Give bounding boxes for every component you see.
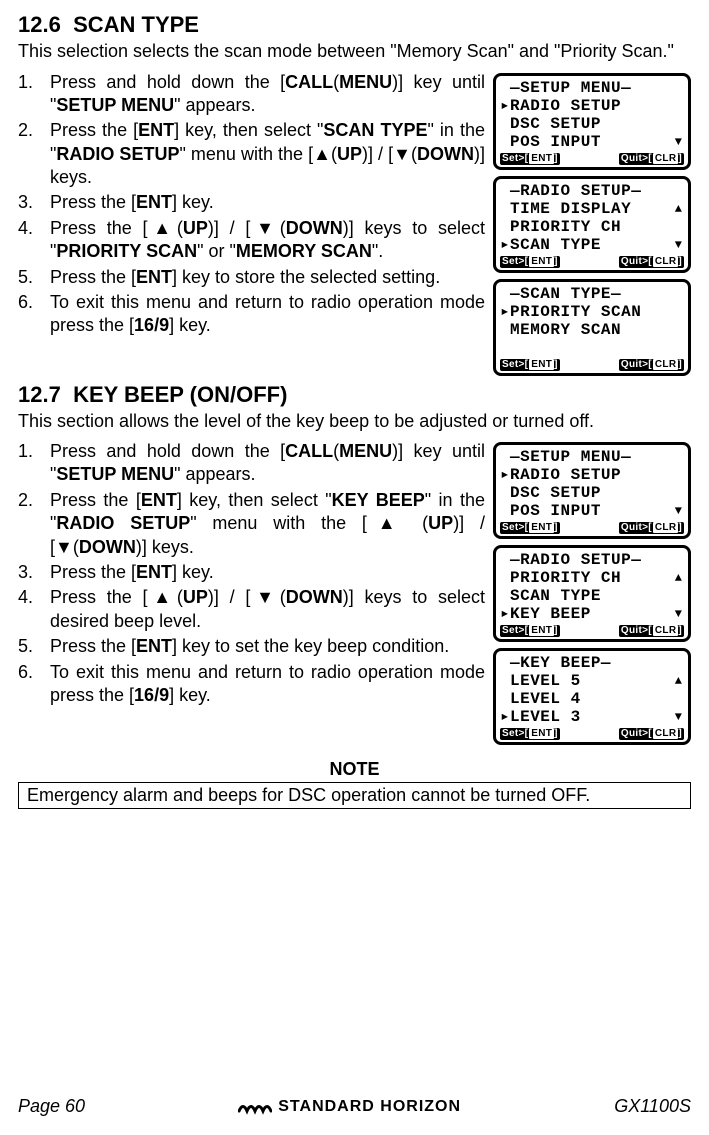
set-ent-pill: Set>[ENT]: [500, 359, 560, 371]
section-suffix: (ON/OFF): [190, 382, 288, 407]
up-triangle-icon: ▲: [148, 218, 177, 238]
section-12-6-title: 12.6 SCAN TYPE: [18, 12, 691, 38]
cursor-icon: ▸: [500, 237, 510, 253]
down-triangle-icon: ▼: [393, 144, 411, 164]
lcd-title: —SETUP MENU—: [510, 80, 631, 96]
lcd-key-beep: —KEY BEEP— LEVEL 5▲ LEVEL 4 ▸LEVEL 3▼ Se…: [493, 648, 691, 745]
cursor-icon: ▸: [500, 467, 510, 483]
step-2: Press the [ENT] key, then select "SCAN T…: [18, 119, 485, 189]
set-ent-pill: Set>[ENT]: [500, 153, 560, 165]
scroll-down-icon: ▼: [675, 711, 682, 723]
quit-clr-pill: Quit>[CLR]: [619, 153, 684, 165]
set-ent-pill: Set>[ENT]: [500, 256, 560, 268]
section-name: KEY BEEP: [73, 382, 183, 407]
section-name: SCAN TYPE: [73, 12, 199, 37]
quit-clr-pill: Quit>[CLR]: [619, 625, 684, 637]
scroll-down-icon: ▼: [675, 136, 682, 148]
wave-icon: [238, 1099, 272, 1115]
quit-clr-pill: Quit>[CLR]: [619, 522, 684, 534]
scroll-up-icon: ▲: [675, 675, 682, 687]
up-triangle-icon: ▲: [367, 513, 406, 533]
step-4: Press the [▲(UP)] / [▼(DOWN)] keys to se…: [18, 586, 485, 633]
set-ent-pill: Set>[ENT]: [500, 625, 560, 637]
note-heading: NOTE: [18, 759, 691, 780]
step-1: Press and hold down the [CALL(MENU)] key…: [18, 71, 485, 118]
lcd-radio-setup: —RADIO SETUP— TIME DISPLAY▲ PRIORITY CH …: [493, 176, 691, 273]
section-12-6-desc: This selection selects the scan mode bet…: [18, 40, 691, 63]
scroll-up-icon: ▲: [675, 203, 682, 215]
up-triangle-icon: ▲: [313, 144, 331, 164]
cursor-icon: ▸: [500, 304, 510, 320]
quit-clr-pill: Quit>[CLR]: [619, 728, 684, 740]
step-1: Press and hold down the [CALL(MENU)] key…: [18, 440, 485, 487]
step-5: Press the [ENT] key to set the key beep …: [18, 635, 485, 658]
page-number: Page 60: [18, 1096, 85, 1117]
scroll-up-icon: ▲: [675, 572, 682, 584]
step-3: Press the [ENT] key.: [18, 561, 485, 584]
scroll-down-icon: ▼: [675, 505, 682, 517]
scroll-down-icon: ▼: [675, 239, 682, 251]
up-triangle-icon: ▲: [148, 587, 177, 607]
model-number: GX1100S: [614, 1096, 691, 1117]
cursor-icon: ▸: [500, 98, 510, 114]
steps-list-12-6: Press and hold down the [CALL(MENU)] key…: [18, 71, 485, 338]
step-6: To exit this menu and return to radio op…: [18, 661, 485, 708]
down-triangle-icon: ▼: [250, 587, 279, 607]
scroll-down-icon: ▼: [675, 608, 682, 620]
cursor-icon: ▸: [500, 709, 510, 725]
set-ent-pill: Set>[ENT]: [500, 522, 560, 534]
quit-clr-pill: Quit>[CLR]: [619, 359, 684, 371]
note-box: Emergency alarm and beeps for DSC operat…: [18, 782, 691, 809]
step-2: Press the [ENT] key, then select "KEY BE…: [18, 489, 485, 559]
quit-clr-pill: Quit>[CLR]: [619, 256, 684, 268]
section-12-7-title: 12.7 KEY BEEP (ON/OFF): [18, 382, 691, 408]
note-text: Emergency alarm and beeps for DSC operat…: [27, 785, 590, 805]
step-4: Press the [▲(UP)] / [▼(DOWN)] keys to se…: [18, 217, 485, 264]
down-triangle-icon: ▼: [250, 218, 279, 238]
lcd-setup-menu: —SETUP MENU— ▸RADIO SETUP DSC SETUP POS …: [493, 442, 691, 539]
down-triangle-icon: ▼: [55, 537, 73, 557]
brand-text: STANDARD HORIZON: [278, 1098, 461, 1116]
step-6: To exit this menu and return to radio op…: [18, 291, 485, 338]
section-number: 12.7: [18, 382, 61, 407]
step-5: Press the [ENT] key to store the selecte…: [18, 266, 485, 289]
section-number: 12.6: [18, 12, 61, 37]
set-ent-pill: Set>[ENT]: [500, 728, 560, 740]
step-3: Press the [ENT] key.: [18, 191, 485, 214]
lcd-radio-setup: —RADIO SETUP— PRIORITY CH▲ SCAN TYPE ▸KE…: [493, 545, 691, 642]
steps-list-12-7: Press and hold down the [CALL(MENU)] key…: [18, 440, 485, 707]
section-12-7-desc: This section allows the level of the key…: [18, 410, 691, 433]
brand-logo: STANDARD HORIZON: [238, 1098, 461, 1116]
page-footer: Page 60 STANDARD HORIZON GX1100S: [18, 1096, 691, 1117]
lcd-setup-menu: —SETUP MENU— ▸RADIO SETUP DSC SETUP POS …: [493, 73, 691, 170]
lcd-scan-type: —SCAN TYPE— ▸PRIORITY SCAN MEMORY SCAN S…: [493, 279, 691, 376]
cursor-icon: ▸: [500, 606, 510, 622]
